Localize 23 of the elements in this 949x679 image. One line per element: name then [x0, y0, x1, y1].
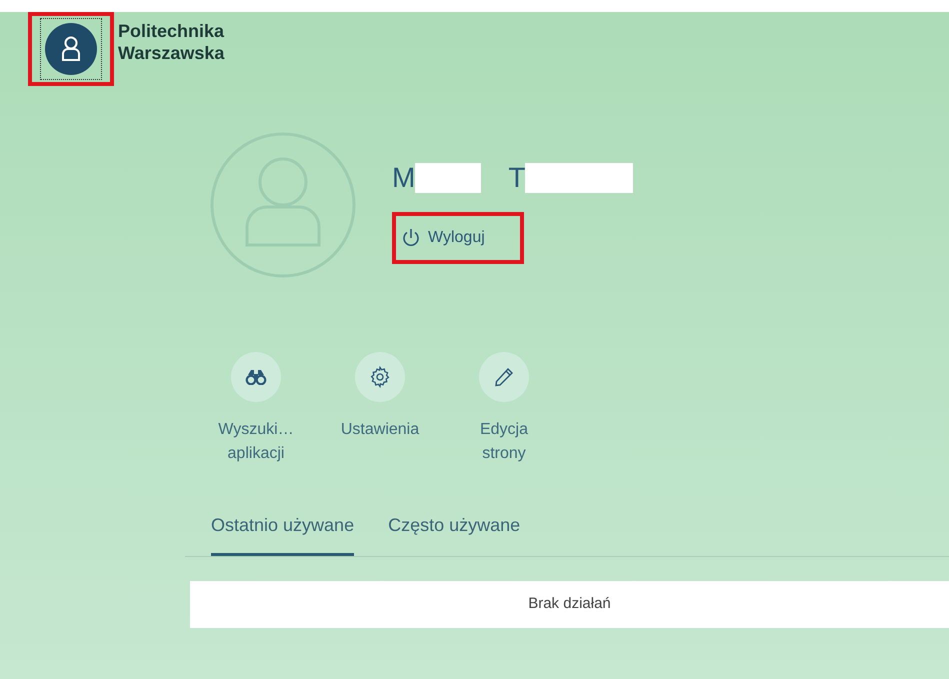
user-icon — [45, 23, 97, 75]
avatar-placeholder-icon — [210, 132, 356, 278]
empty-message: Brak działań — [528, 594, 611, 614]
action-label: strony — [482, 444, 526, 464]
action-label: aplikacji — [228, 444, 284, 464]
action-button[interactable]: Edycja strony — [448, 352, 560, 466]
tab[interactable]: Ostatnio używane — [211, 506, 354, 556]
pencil-icon — [493, 366, 515, 388]
logout-button[interactable]: Wyloguj — [402, 226, 485, 250]
action-label: Wyszuki… — [218, 420, 294, 440]
tab[interactable]: Często używane — [388, 506, 520, 556]
logo-text: Politechnika — [118, 20, 224, 42]
name-initial: M — [392, 162, 416, 194]
gear-icon — [368, 365, 392, 389]
logo-text: Warszawska — [118, 42, 224, 64]
avatar-button[interactable] — [40, 18, 102, 80]
binoculars-icon — [245, 369, 267, 385]
action-label: Edycja — [480, 420, 528, 440]
name-initial: T — [508, 162, 526, 194]
action-label: Ustawienia — [340, 420, 420, 440]
action-button[interactable]: Wyszuki… aplikacji — [200, 352, 312, 466]
power-icon — [402, 228, 420, 248]
action-button[interactable]: Ustawienia — [324, 352, 436, 466]
